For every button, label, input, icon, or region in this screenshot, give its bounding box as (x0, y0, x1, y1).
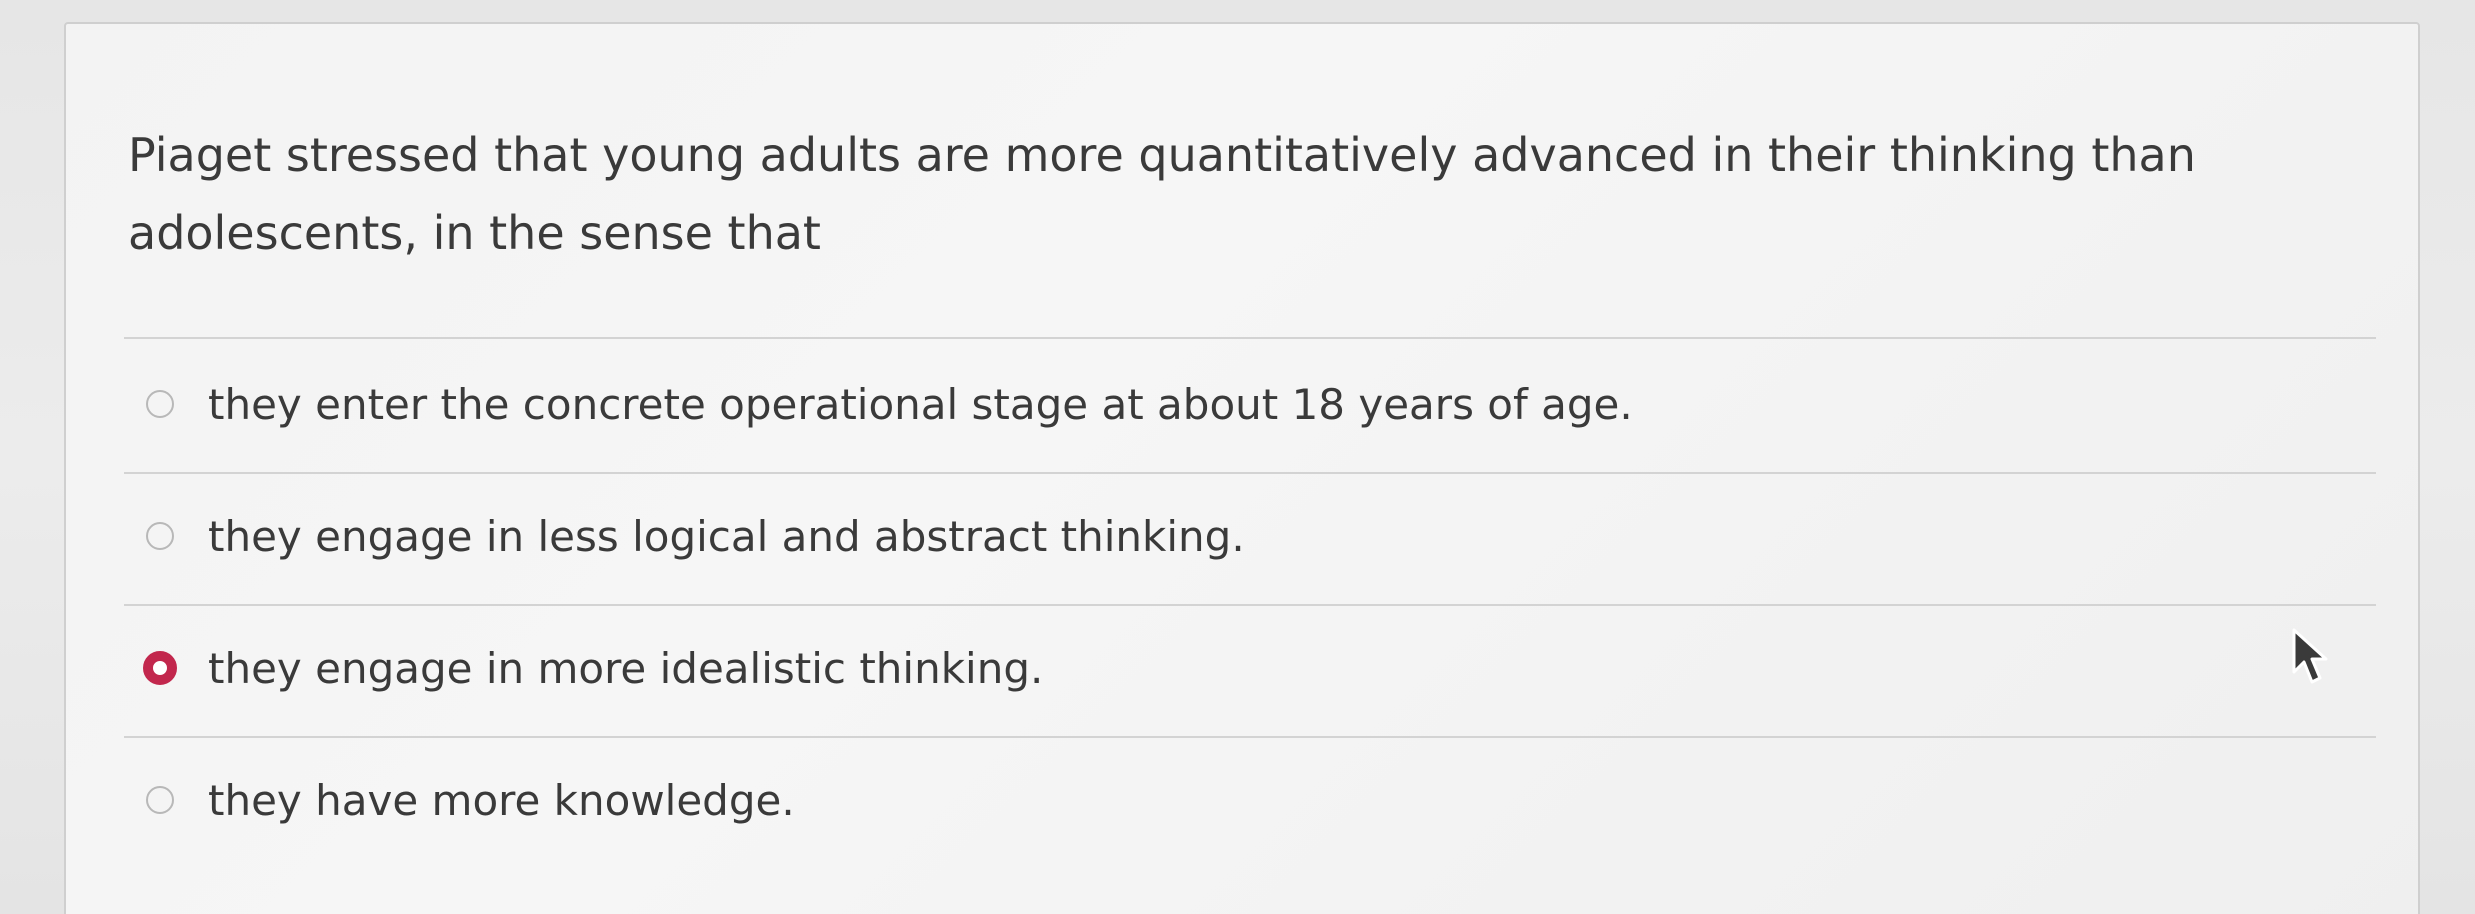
divider (124, 736, 2376, 738)
answer-option-4[interactable]: they have more knowledge. (146, 760, 795, 840)
option-label: they enter the concrete operational stag… (208, 379, 1633, 429)
divider (124, 472, 2376, 474)
radio-button[interactable] (146, 522, 174, 550)
answer-option-1[interactable]: they enter the concrete operational stag… (146, 364, 1633, 444)
option-label: they have more knowledge. (208, 775, 795, 825)
answer-option-3[interactable]: they engage in more idealistic thinking. (143, 628, 1044, 708)
question-card: Piaget stressed that young adults are mo… (64, 22, 2420, 914)
mouse-pointer-icon (2292, 628, 2328, 684)
radio-button[interactable] (146, 786, 174, 814)
page: Piaget stressed that young adults are mo… (0, 0, 2475, 914)
option-label: they engage in more idealistic thinking. (208, 643, 1044, 693)
answer-option-2[interactable]: they engage in less logical and abstract… (146, 496, 1245, 576)
radio-button[interactable] (146, 390, 174, 418)
divider (124, 337, 2376, 339)
question-text: Piaget stressed that young adults are mo… (128, 128, 2196, 260)
divider (124, 604, 2376, 606)
option-label: they engage in less logical and abstract… (208, 511, 1245, 561)
radio-button-selected[interactable] (143, 651, 177, 685)
